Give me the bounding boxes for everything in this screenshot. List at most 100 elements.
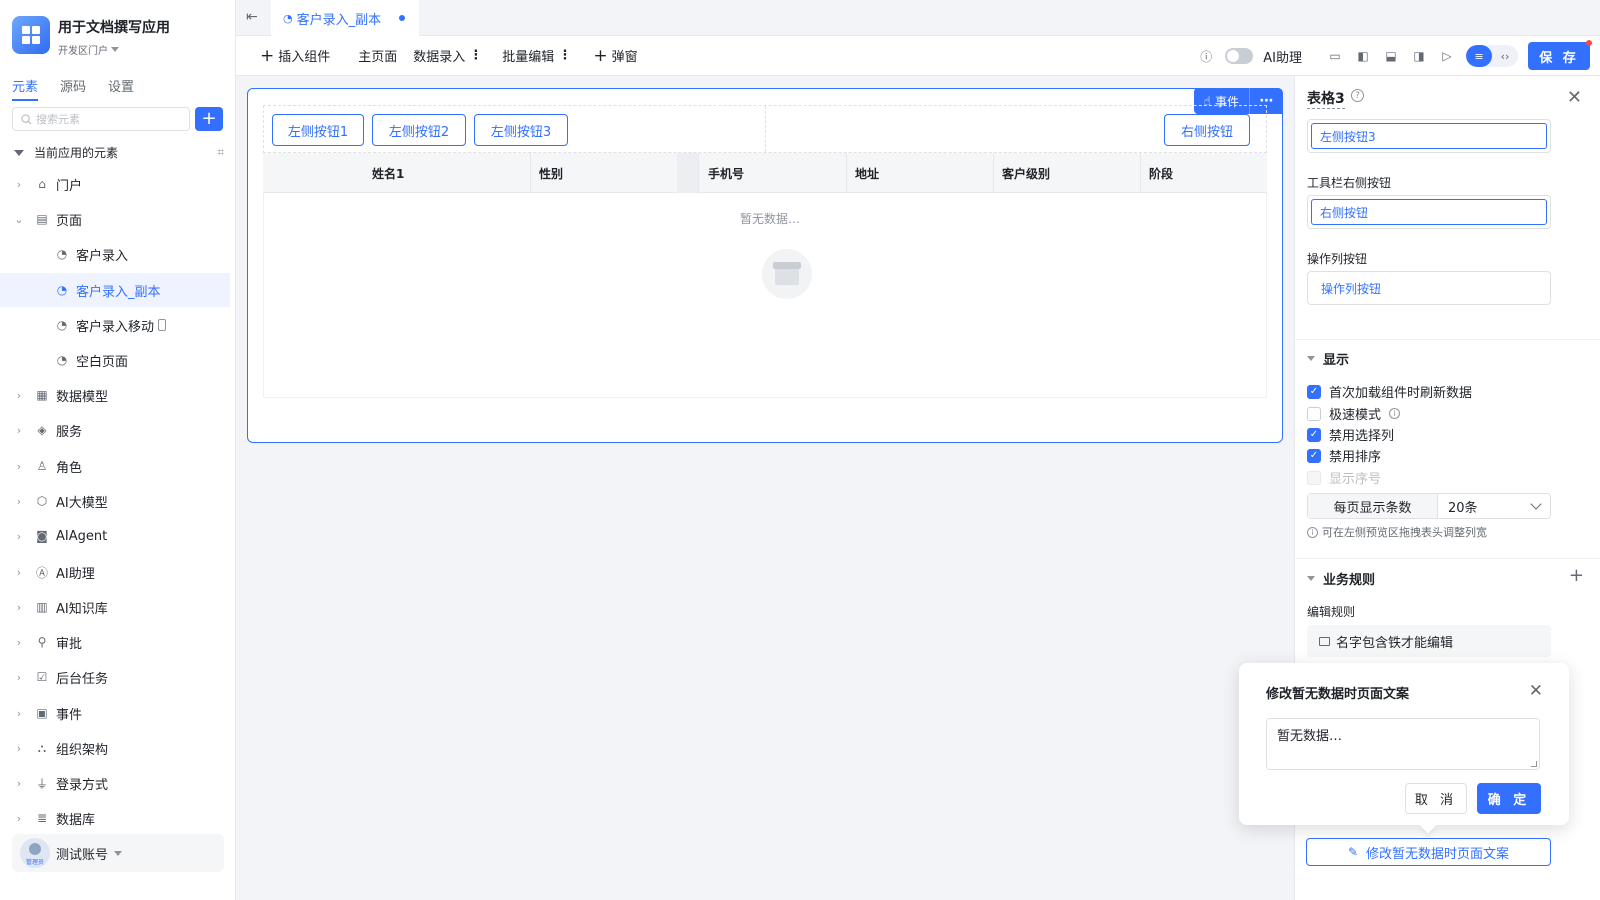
sidebar-item-customer-entry-copy[interactable]: ◔ 客户录入_副本 bbox=[0, 273, 230, 307]
close-icon[interactable]: ✕ bbox=[1567, 87, 1582, 108]
checkbox-checked-icon[interactable]: ✓ bbox=[1307, 448, 1321, 463]
chevron-right-icon[interactable]: › bbox=[12, 707, 26, 720]
locate-icon[interactable]: ⌗ bbox=[217, 145, 224, 160]
sidebar-item-customer-entry-mobile[interactable]: ◔ 客户录入移动 bbox=[0, 308, 230, 342]
business-rules-section-header[interactable]: 业务规则 bbox=[1307, 569, 1375, 588]
element-search-input[interactable]: 搜索元素 bbox=[12, 107, 190, 131]
page-size-select[interactable]: 每页显示条数 20条 bbox=[1307, 493, 1551, 519]
collapse-sidebar-icon[interactable]: ⇤ bbox=[246, 9, 258, 25]
chevron-right-icon[interactable]: › bbox=[12, 424, 26, 437]
sidebar-item-ai-assistant[interactable]: › Ⓐ AI助理 bbox=[0, 555, 230, 589]
sidebar-item-pages[interactable]: ⌄ ▤ 页面 bbox=[0, 202, 230, 236]
left-button-3[interactable]: 左侧按钮3 bbox=[474, 114, 568, 146]
sidebar-item-event[interactable]: › ▣ 事件 bbox=[0, 696, 230, 730]
user-name: 测试账号 bbox=[56, 847, 109, 863]
sidebar-item-database[interactable]: › ≣ 数据库 bbox=[0, 801, 230, 835]
checkbox-checked-icon[interactable]: ✓ bbox=[1307, 427, 1321, 442]
current-app-elements-header[interactable]: 当前应用的元素 ⌗ bbox=[12, 144, 224, 161]
sidebar-item-background-task[interactable]: › ☑ 后台任务 bbox=[0, 660, 230, 694]
chevron-right-icon[interactable]: › bbox=[12, 601, 26, 614]
column-header[interactable]: 性别 bbox=[539, 153, 563, 193]
tab-source[interactable]: 源码 bbox=[60, 76, 86, 95]
bottom-panel-icon[interactable]: ⬓ bbox=[1382, 47, 1400, 65]
option-refresh-on-load[interactable]: ✓ 首次加载组件时刷新数据 bbox=[1307, 382, 1472, 401]
tab-elements[interactable]: 元素 bbox=[12, 76, 39, 101]
edit-empty-text-button[interactable]: ✎ 修改暂无数据时页面文案 bbox=[1306, 838, 1551, 866]
sidebar-item-data-model[interactable]: › ▦ 数据模型 bbox=[0, 378, 230, 412]
resize-handle-icon[interactable] bbox=[1531, 761, 1537, 767]
chevron-right-icon[interactable]: › bbox=[12, 389, 26, 402]
page-node-icon: ◔ bbox=[56, 353, 68, 367]
left-button-2[interactable]: 左侧按钮2 bbox=[372, 114, 466, 146]
sidebar-item-ai-model[interactable]: › ⬡ AI大模型 bbox=[0, 484, 230, 518]
rule-icon bbox=[1319, 636, 1330, 646]
sidebar-item-login[interactable]: › ⏚ 登录方式 bbox=[0, 766, 230, 800]
sidebar-item-role[interactable]: › ♙ 角色 bbox=[0, 449, 230, 483]
option-disable-sort[interactable]: ✓ 禁用排序 bbox=[1307, 446, 1381, 465]
chevron-right-icon[interactable]: › bbox=[12, 636, 26, 649]
sidebar-item-service[interactable]: › ◈ 服务 bbox=[0, 413, 230, 447]
ai-assistant-toggle[interactable] bbox=[1225, 48, 1254, 64]
column-header[interactable]: 阶段 bbox=[1149, 153, 1173, 193]
add-element-button[interactable]: + bbox=[195, 107, 223, 131]
display-section-header[interactable]: 显示 bbox=[1307, 349, 1349, 368]
play-icon[interactable]: ▷ bbox=[1438, 47, 1456, 65]
home-page-button[interactable]: 主页面 bbox=[358, 46, 397, 65]
checkbox-icon[interactable] bbox=[1307, 406, 1321, 421]
chevron-right-icon[interactable]: › bbox=[12, 671, 26, 684]
confirm-button[interactable]: 确 定 bbox=[1477, 783, 1541, 814]
operation-button-field[interactable]: 操作列按钮 bbox=[1307, 271, 1551, 305]
left-button-3-field[interactable]: 左侧按钮3 bbox=[1307, 119, 1551, 153]
table-component-selected[interactable]: ☝ 事件 ⋯ 左侧按钮1 左侧按钮2 左侧按钮3 右侧按钮 姓名1 性别 手机号 … bbox=[247, 88, 1283, 443]
insert-component-button[interactable]: + 插入组件 bbox=[260, 46, 330, 66]
sidebar-item-approval[interactable]: › ⚲ 审批 bbox=[0, 625, 230, 659]
sidebar-item-blank-page[interactable]: ◔ 空白页面 bbox=[0, 343, 230, 377]
layout-icon[interactable]: ▭ bbox=[1326, 47, 1344, 65]
rule-item[interactable]: 名字包含铁才能编辑 bbox=[1307, 625, 1551, 657]
chevron-right-icon[interactable]: › bbox=[12, 777, 26, 790]
chevron-down-icon[interactable]: ⌄ bbox=[12, 213, 26, 226]
sidebar-item-customer-entry[interactable]: ◔ 客户录入 bbox=[0, 237, 230, 271]
column-header[interactable]: 客户级别 bbox=[1002, 153, 1050, 193]
chevron-right-icon[interactable]: › bbox=[12, 742, 26, 755]
checkbox-checked-icon[interactable]: ✓ bbox=[1307, 384, 1321, 399]
cancel-button[interactable]: 取 消 bbox=[1405, 783, 1467, 814]
close-icon[interactable]: ✕ bbox=[1529, 681, 1543, 701]
help-icon[interactable]: ⓘ bbox=[1197, 47, 1215, 65]
option-fast-mode[interactable]: 极速模式 i bbox=[1307, 404, 1401, 423]
workspace-selector[interactable]: 开发区门户 bbox=[58, 42, 170, 57]
chevron-right-icon[interactable]: › bbox=[12, 530, 26, 543]
sidebar-item-ai-knowledge[interactable]: › ▥ AI知识库 bbox=[0, 590, 230, 624]
column-header[interactable]: 地址 bbox=[855, 153, 879, 193]
help-icon[interactable]: ? bbox=[1351, 89, 1364, 102]
sidebar-item-portal[interactable]: › ⌂ 门户 bbox=[0, 167, 230, 201]
code-view-icon[interactable]: ‹› bbox=[1492, 45, 1518, 67]
sidebar-item-org[interactable]: › ⛬ 组织架构 bbox=[0, 731, 230, 765]
user-account-menu[interactable]: 管理员 测试账号 bbox=[12, 834, 224, 872]
avatar: 管理员 bbox=[20, 838, 50, 868]
option-disable-select-column[interactable]: ✓ 禁用选择列 bbox=[1307, 425, 1394, 444]
column-header[interactable]: 姓名1 bbox=[372, 153, 404, 193]
save-button[interactable]: 保 存 bbox=[1528, 40, 1592, 70]
right-button-field[interactable]: 右侧按钮 bbox=[1307, 195, 1551, 229]
empty-text-textarea[interactable]: 暂无数据… bbox=[1266, 718, 1540, 770]
popup-button[interactable]: + 弹窗 bbox=[593, 46, 637, 66]
tab-settings[interactable]: 设置 bbox=[108, 76, 134, 95]
chevron-right-icon[interactable]: › bbox=[12, 566, 26, 579]
left-button-1[interactable]: 左侧按钮1 bbox=[272, 114, 364, 146]
add-rule-icon[interactable]: + bbox=[1569, 565, 1584, 586]
chevron-right-icon[interactable]: › bbox=[12, 460, 26, 473]
chevron-right-icon[interactable]: › bbox=[12, 178, 26, 191]
left-panel-icon[interactable]: ◧ bbox=[1354, 47, 1372, 65]
batch-edit-menu[interactable]: 批量编辑 ⋮ bbox=[502, 46, 571, 65]
settings-view-icon[interactable]: ≡ bbox=[1466, 45, 1492, 67]
column-header[interactable]: 手机号 bbox=[708, 153, 744, 193]
right-panel-icon[interactable]: ◨ bbox=[1410, 47, 1428, 65]
right-button[interactable]: 右侧按钮 bbox=[1164, 114, 1250, 146]
tab-customer-entry-copy[interactable]: ◔ 客户录入_副本 bbox=[271, 0, 419, 36]
chevron-right-icon[interactable]: › bbox=[12, 812, 26, 825]
data-entry-menu[interactable]: 数据录入 ⋮ bbox=[413, 46, 482, 65]
info-icon[interactable]: i bbox=[1389, 408, 1401, 419]
sidebar-item-ai-agent[interactable]: › ◙ AIAgent bbox=[0, 519, 230, 553]
chevron-right-icon[interactable]: › bbox=[12, 495, 26, 508]
